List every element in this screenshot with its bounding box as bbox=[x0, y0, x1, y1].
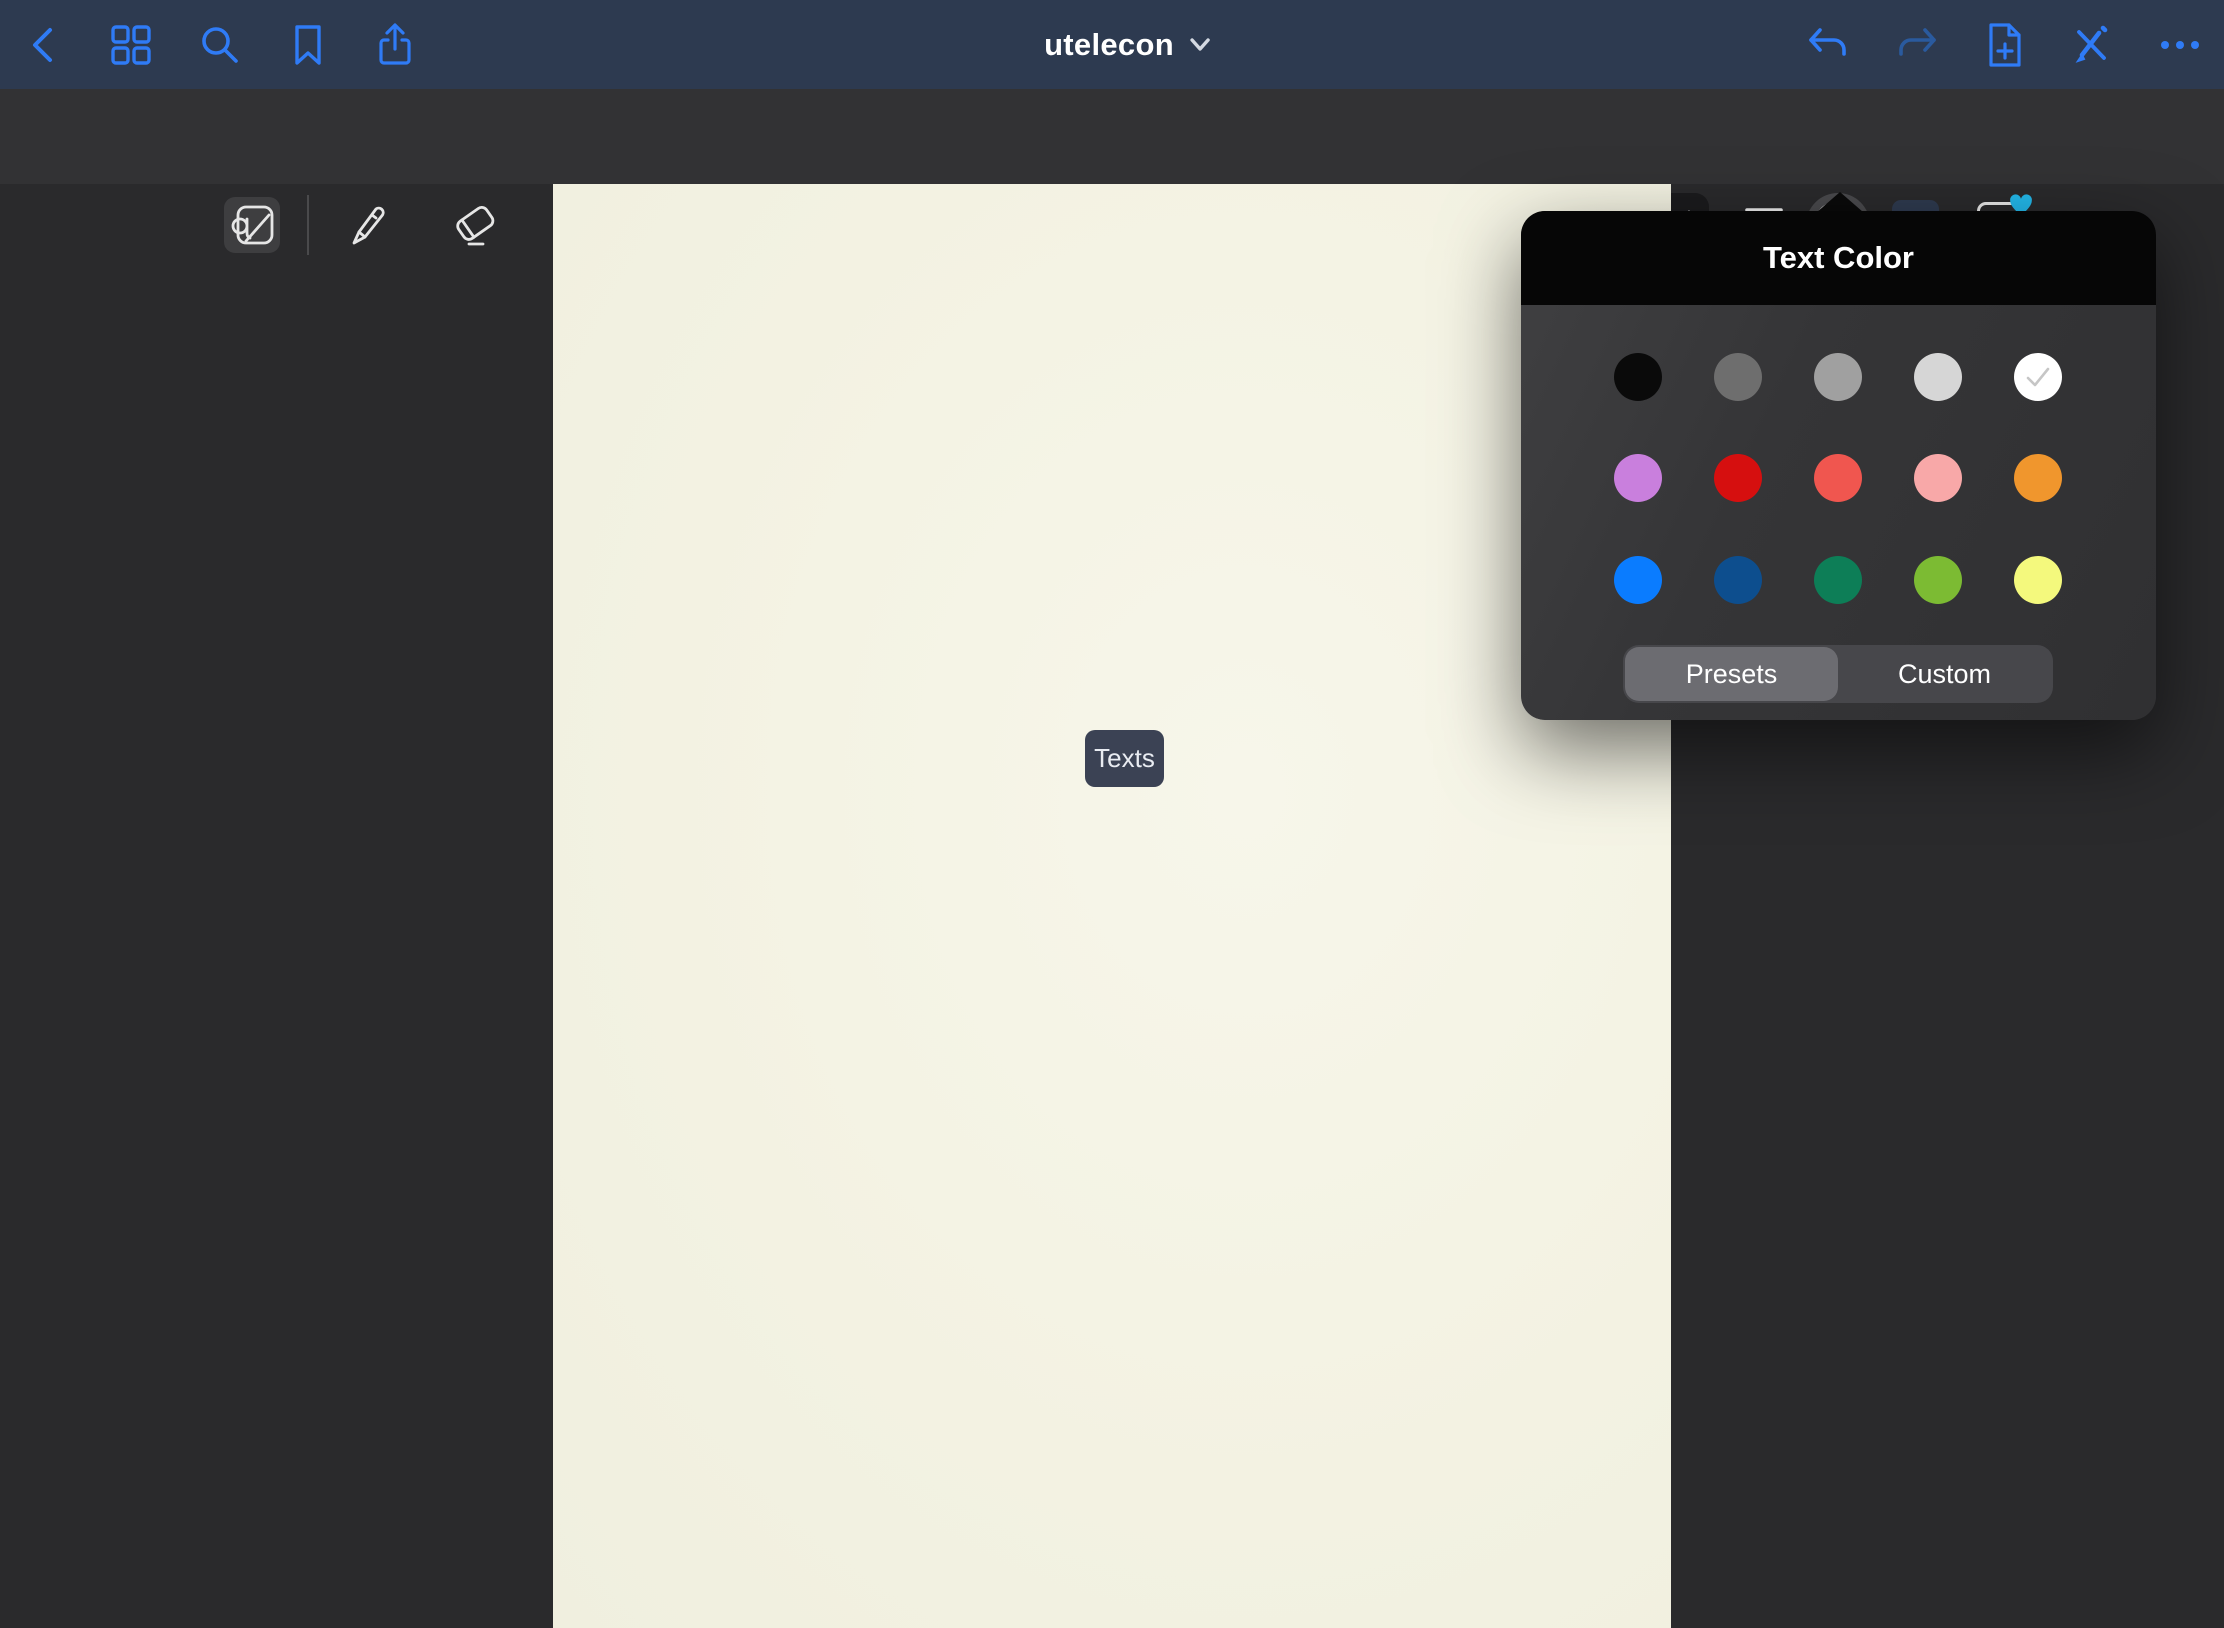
tab-presets[interactable]: Presets bbox=[1625, 647, 1838, 701]
document-title: utelecon bbox=[1044, 27, 1174, 63]
add-page-button[interactable] bbox=[1985, 21, 2025, 69]
redo-icon bbox=[1895, 26, 1939, 64]
swatch-row bbox=[1614, 454, 2062, 502]
tab-custom-label: Custom bbox=[1898, 659, 1991, 690]
chevron-down-icon bbox=[1188, 36, 1212, 54]
color-swatch-lime[interactable] bbox=[1914, 556, 1962, 604]
color-swatch-red[interactable] bbox=[1714, 454, 1762, 502]
top-navigation-bar: utelecon bbox=[0, 0, 2224, 89]
swatch-row bbox=[1614, 556, 2062, 604]
tab-presets-label: Presets bbox=[1686, 659, 1778, 690]
color-swatch-gray[interactable] bbox=[1814, 353, 1862, 401]
selected-text-object[interactable]: Texts bbox=[1085, 730, 1164, 787]
color-swatch-coral[interactable] bbox=[1814, 454, 1862, 502]
share-icon bbox=[375, 22, 415, 68]
text-color-popover: Text Color Presets Custom bbox=[1521, 211, 2156, 720]
undo-button[interactable] bbox=[1806, 26, 1850, 64]
pen-tool-button[interactable] bbox=[342, 201, 390, 249]
thumbnails-button[interactable] bbox=[110, 24, 152, 66]
color-swatch-yellow[interactable] bbox=[2014, 556, 2062, 604]
notebook-page[interactable] bbox=[553, 184, 1671, 1628]
presets-custom-segmented-control: Presets Custom bbox=[1623, 645, 2053, 703]
back-chevron-icon bbox=[26, 23, 60, 67]
undo-icon bbox=[1806, 26, 1850, 64]
grid-icon bbox=[110, 24, 152, 66]
app-window: utelecon bbox=[0, 0, 2224, 1628]
tab-custom[interactable]: Custom bbox=[1838, 647, 2051, 701]
eraser-tool-button[interactable] bbox=[449, 201, 501, 249]
search-icon bbox=[199, 24, 241, 66]
text-object-label: Texts bbox=[1094, 743, 1155, 774]
writing-aid-icon bbox=[224, 197, 280, 253]
color-swatch-navy[interactable] bbox=[1714, 556, 1762, 604]
search-button[interactable] bbox=[199, 24, 241, 66]
eraser-icon bbox=[449, 201, 501, 249]
redo-button[interactable] bbox=[1895, 26, 1939, 64]
ellipsis-icon bbox=[2158, 37, 2202, 53]
add-page-icon bbox=[1985, 21, 2025, 69]
color-swatch-black[interactable] bbox=[1614, 353, 1662, 401]
toolbar-divider bbox=[307, 195, 309, 255]
color-swatch-blue[interactable] bbox=[1614, 556, 1662, 604]
tool-bar: T HiraginoSa bbox=[0, 89, 2224, 184]
color-swatch-dark-gray[interactable] bbox=[1714, 353, 1762, 401]
stop-editing-button[interactable] bbox=[2070, 23, 2114, 67]
popover-header: Text Color bbox=[1521, 211, 2156, 305]
color-swatch-green[interactable] bbox=[1814, 556, 1862, 604]
color-swatch-light-gray[interactable] bbox=[1914, 353, 1962, 401]
bookmark-button[interactable] bbox=[290, 23, 326, 67]
more-options-button[interactable] bbox=[2158, 37, 2202, 53]
document-title-button[interactable]: utelecon bbox=[1044, 27, 1212, 63]
color-swatch-pink[interactable] bbox=[1914, 454, 1962, 502]
popover-title: Text Color bbox=[1763, 240, 1914, 276]
share-button[interactable] bbox=[375, 22, 415, 68]
writing-aid-button[interactable] bbox=[224, 197, 280, 253]
popover-arrow bbox=[1817, 192, 1863, 212]
pen-slash-icon bbox=[2070, 23, 2114, 67]
back-button[interactable] bbox=[26, 23, 60, 67]
checkmark-icon bbox=[2023, 365, 2053, 389]
color-swatch-orchid[interactable] bbox=[1614, 454, 1662, 502]
color-swatch-orange[interactable] bbox=[2014, 454, 2062, 502]
swatch-row bbox=[1614, 353, 2062, 401]
pen-icon bbox=[342, 201, 390, 249]
color-swatch-white[interactable] bbox=[2014, 353, 2062, 401]
bookmark-icon bbox=[290, 23, 326, 67]
